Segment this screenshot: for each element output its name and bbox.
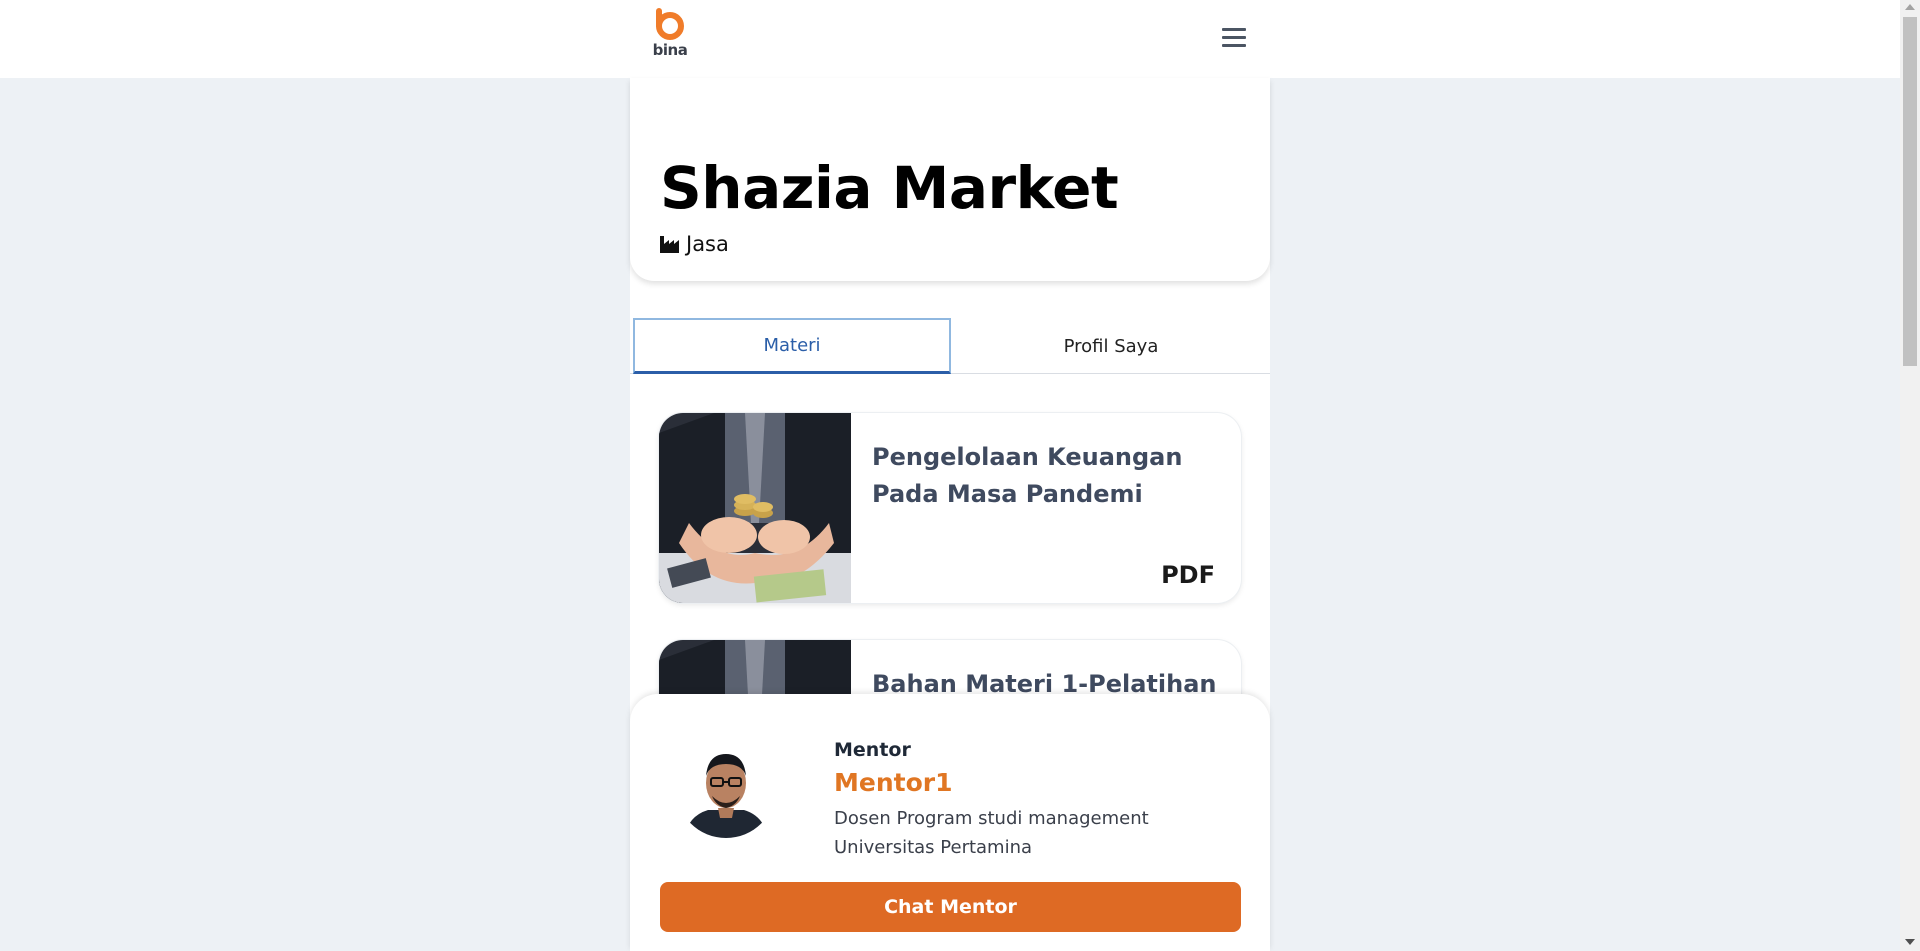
industry-icon <box>660 236 679 253</box>
scrollbar-thumb[interactable] <box>1903 17 1917 366</box>
mentor-panel: Mentor Mentor1 Dosen Program studi manag… <box>630 694 1270 951</box>
hamburger-line <box>1222 44 1246 47</box>
business-name: Shazia Market <box>660 154 1119 222</box>
material-title: Pengelolaan Keuangan Pada Masa Pandemi <box>872 443 1183 508</box>
tab-materi[interactable]: Materi <box>633 318 951 374</box>
logo-mark-icon <box>656 8 684 40</box>
tab-profil-saya[interactable]: Profil Saya <box>952 318 1270 374</box>
business-category-label: Jasa <box>686 232 729 256</box>
mentor-avatar <box>676 738 776 838</box>
hamburger-line <box>1222 28 1246 31</box>
scroll-up-arrow-icon[interactable] <box>1905 4 1915 10</box>
page-scrollbar[interactable] <box>1900 0 1920 951</box>
hamburger-line <box>1222 36 1246 39</box>
hamburger-menu-button[interactable] <box>1222 28 1246 48</box>
business-category: Jasa <box>660 232 729 256</box>
chat-mentor-button[interactable]: Chat Mentor <box>660 882 1241 932</box>
business-header-card: Shazia Market Jasa <box>630 78 1270 281</box>
mentor-caption: Mentor <box>834 739 911 761</box>
bina-logo[interactable]: bina <box>650 8 690 59</box>
scroll-down-arrow-icon[interactable] <box>1905 939 1915 945</box>
material-card[interactable]: Pengelolaan Keuangan Pada Masa Pandemi P… <box>659 413 1241 603</box>
material-thumbnail <box>659 413 851 603</box>
material-type-badge: PDF <box>1161 561 1215 589</box>
logo-text: bina <box>652 41 688 59</box>
mentor-name: Mentor1 <box>834 768 953 797</box>
tab-bar: Materi Profil Saya <box>630 318 1270 374</box>
mentor-bio: Dosen Program studi management Universit… <box>834 808 1149 858</box>
top-navbar: bina <box>0 0 1900 78</box>
